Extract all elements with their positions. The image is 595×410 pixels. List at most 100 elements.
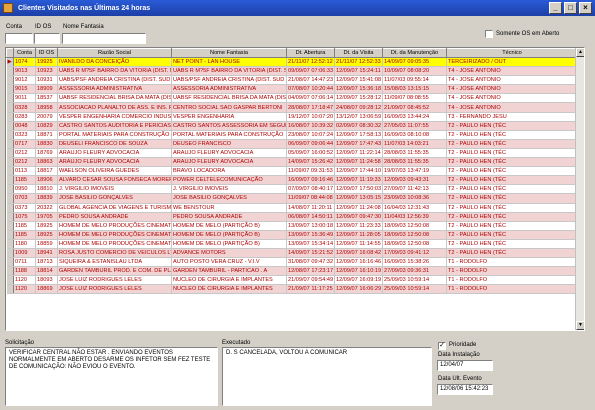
row-selector[interactable]	[6, 266, 14, 277]
table-cell[interactable]: JOSE BASILIO GONÇALVES	[57, 193, 172, 204]
table-cell[interactable]: 09/09/07 07:06:33	[286, 66, 335, 77]
table-cell[interactable]: CASTRO SANTOS ASSESSORIA EM SEGUR	[171, 121, 287, 131]
table-row[interactable]: 9011 18537 UABSF RESIDENCIAL BRISA DA MATA…	[6, 93, 578, 104]
table-cell[interactable]: 0703	[13, 193, 36, 204]
table-cell[interactable]: 18/09/03 12:50:08	[382, 239, 447, 249]
table-cell[interactable]: 0283	[13, 112, 36, 122]
column-header[interactable]: Razão Social	[57, 48, 172, 58]
table-cell[interactable]: 18/09/03 12:50:08	[382, 221, 447, 231]
table-cell[interactable]: 13/09/07 13:00:18	[286, 221, 335, 231]
column-header[interactable]: Dt. Abertura	[286, 48, 335, 58]
table-cell[interactable]: 07/08/07 10:20:44	[286, 84, 335, 95]
table-cell[interactable]: 13/12/07 13:06:59	[334, 112, 383, 122]
row-selector[interactable]	[6, 166, 14, 177]
table-cell[interactable]: 13/09/07 15:34:14	[286, 239, 335, 249]
table-cell[interactable]: UABS R M?5F BAIRRO DA VITORIA (DIST. N	[57, 66, 172, 77]
table-cell[interactable]: 18769	[35, 148, 58, 159]
column-header[interactable]: Nome Fantasia	[171, 48, 287, 58]
table-cell[interactable]: 12/09/03 09:43:31	[382, 175, 447, 186]
row-selector[interactable]	[6, 75, 14, 86]
table-cell[interactable]: 18906	[35, 175, 58, 186]
table-cell[interactable]: 12/09/07 15:41:08	[334, 75, 383, 86]
table-row[interactable]: 1120 18869 JOSE LUIZ RODRIGUES LELES NUCLEO…	[6, 284, 578, 295]
table-cell[interactable]: 16/09/03 08:10:08	[382, 130, 447, 140]
table-cell[interactable]: PEDRO SOUSA ANDRADE	[171, 212, 287, 222]
table-cell[interactable]: 18958	[35, 102, 58, 113]
table-cell[interactable]: T1 - RODOLFO	[446, 266, 578, 277]
table-cell[interactable]: 1120	[13, 275, 36, 286]
table-cell[interactable]: 16/09/03 13:44:24	[382, 112, 447, 122]
table-cell[interactable]: 1009	[13, 248, 36, 259]
table-cell[interactable]: GARDEN TAMBURIL - PARTICAO . A	[171, 266, 287, 277]
table-cell[interactable]: T3 - FERNANDO JESU	[446, 112, 578, 122]
table-cell[interactable]: 04/09/07 07:06:14	[286, 93, 335, 104]
table-cell[interactable]: 18859	[35, 239, 58, 249]
row-selector[interactable]	[6, 148, 14, 159]
table-cell[interactable]: 9011	[13, 93, 36, 104]
executado-memo[interactable]: D. S CANCELADA, VOLTOU A COMUNICAR	[222, 347, 432, 406]
table-cell[interactable]: 14/09/07 15:26:42	[286, 157, 335, 168]
table-cell[interactable]: 19/12/07 10:07:20	[286, 112, 335, 122]
nome-fantasia-input[interactable]	[62, 33, 146, 44]
table-cell[interactable]: UABS/PSF ANDREIA CRISTINA (DIST. SUD	[171, 75, 287, 86]
table-cell[interactable]: 12/09/07 11:23:33	[334, 221, 383, 231]
table-cell[interactable]: 12/09/07 11:24:08	[334, 203, 383, 213]
table-cell[interactable]: 18713	[35, 257, 58, 268]
table-cell[interactable]: T4 - JOSE ANTONIO	[446, 84, 578, 95]
table-row[interactable]: 0950 18810 J. VIRGILIO IMOVEIS J. VIRGILIO …	[6, 184, 578, 195]
table-cell[interactable]: WAELSON OLIVEIRA GUEDES	[57, 166, 172, 177]
row-selector[interactable]	[6, 130, 14, 140]
table-row[interactable]: 9012 10931 UABS/PSF ANDREIA CRISTINA (DIST…	[6, 75, 578, 86]
table-cell[interactable]: 25/09/03 10:59:14	[382, 275, 447, 286]
table-cell[interactable]: T2 - PAULO HEN (TÉC	[446, 212, 578, 222]
table-cell[interactable]: 12/09/07 17:50:03	[334, 184, 383, 195]
table-row[interactable]: 1009 18941 ROSA JUSTO COMERCIO DE VEICULOS…	[6, 248, 578, 259]
table-cell[interactable]: 02/09/07 08:30:32	[334, 121, 383, 131]
table-cell[interactable]: 16/09/03 15:38:26	[382, 257, 447, 268]
somente-abertas-checkbox[interactable]	[485, 30, 493, 38]
table-cell[interactable]: 18871	[35, 130, 58, 140]
table-row[interactable]: 0328 18958 ASSOCIACAO PLANALTO DE ASS. E I…	[6, 102, 578, 113]
table-cell[interactable]: HOMEM DE MELO (PARTIÇÃO B)	[171, 221, 287, 231]
table-cell[interactable]: 18925	[35, 221, 58, 231]
table-cell[interactable]: 19/07/03 13:47:19	[382, 166, 447, 177]
table-row[interactable]: 0212 18863 ARAUJO FLEURY ADVOCACIA ARAUJO F…	[6, 157, 578, 168]
table-cell[interactable]: UABSF RESIDENCIAL BRISA DA MATA (DIST	[171, 93, 287, 104]
table-cell[interactable]: 11/09/07 09:31:53	[286, 166, 335, 177]
table-cell[interactable]: 28/08/03 11:55:35	[382, 148, 447, 159]
table-cell[interactable]: 06/08/07 14:50:11	[286, 212, 335, 222]
column-header[interactable]: ID OS	[35, 48, 58, 58]
row-selector[interactable]	[6, 121, 14, 131]
table-cell[interactable]: 0113	[13, 166, 36, 177]
table-cell[interactable]: 12/09/07 16:08:42	[334, 248, 383, 259]
table-cell[interactable]: UABSF RESIDENCIAL BRISA DA MATA (DIS	[57, 93, 172, 104]
table-cell[interactable]: DEUSEO FRANCISCO	[171, 139, 287, 149]
table-cell[interactable]: 18925	[35, 230, 58, 240]
table-cell[interactable]: T1 - RODOLFO	[446, 284, 578, 295]
table-cell[interactable]: 1180	[13, 239, 36, 249]
row-selector[interactable]	[6, 230, 14, 240]
table-row[interactable]: 9013 10923 UABS R M?5F BAIRRO DA VITORIA (…	[6, 66, 578, 77]
table-row[interactable]: 0283 20079 VESPER ENGENHARIA COMERCIO INDU…	[6, 112, 578, 122]
table-cell[interactable]: UABS R M?5F BAIRRO DA VITORIA (DIST. SUD	[171, 66, 287, 77]
column-header[interactable]: Dt. da Visita	[334, 48, 383, 58]
maximize-button[interactable]: □	[564, 2, 577, 14]
table-cell[interactable]: 12/09/07 15:24:11	[334, 66, 383, 77]
table-row[interactable]: 9015 18909 ASSESSORIA ADMINISTRATIVA ASSESS…	[6, 84, 578, 95]
table-cell[interactable]: 23/08/07 10:07:24	[286, 130, 335, 140]
table-cell[interactable]: SIQUEIRA & ESTANISLAU LTDA	[57, 257, 172, 268]
table-cell[interactable]: 12/09/07 17:58:13	[334, 130, 383, 140]
table-cell[interactable]: HOMEM DE MELO (PARTIÇÃO B)	[171, 239, 287, 249]
table-cell[interactable]: TERCEIRIZADO / OUT	[446, 57, 578, 68]
row-pointer-icon[interactable]: ▶	[6, 57, 14, 68]
table-cell[interactable]: 16/04/03 12:31:43	[382, 203, 447, 213]
table-cell[interactable]: 21/09/07 08:45:52	[382, 102, 447, 113]
table-cell[interactable]: JOSE LUIZ RODRIGUES LELES	[57, 284, 172, 295]
table-cell[interactable]: T2 - PAULO HEN (TÉC	[446, 175, 578, 186]
table-row[interactable]: 0323 18871 PORTAL MATERIAIS PARA CONSTRUÇÃ…	[6, 130, 578, 140]
table-cell[interactable]: 10931	[35, 75, 58, 86]
row-selector[interactable]	[6, 203, 14, 213]
table-cell[interactable]: DEUSELI FRANCISCO DE SOUZA	[57, 139, 172, 149]
table-cell[interactable]: 12/09/07 13:05:15	[334, 193, 383, 204]
table-cell[interactable]: 0711	[13, 257, 36, 268]
